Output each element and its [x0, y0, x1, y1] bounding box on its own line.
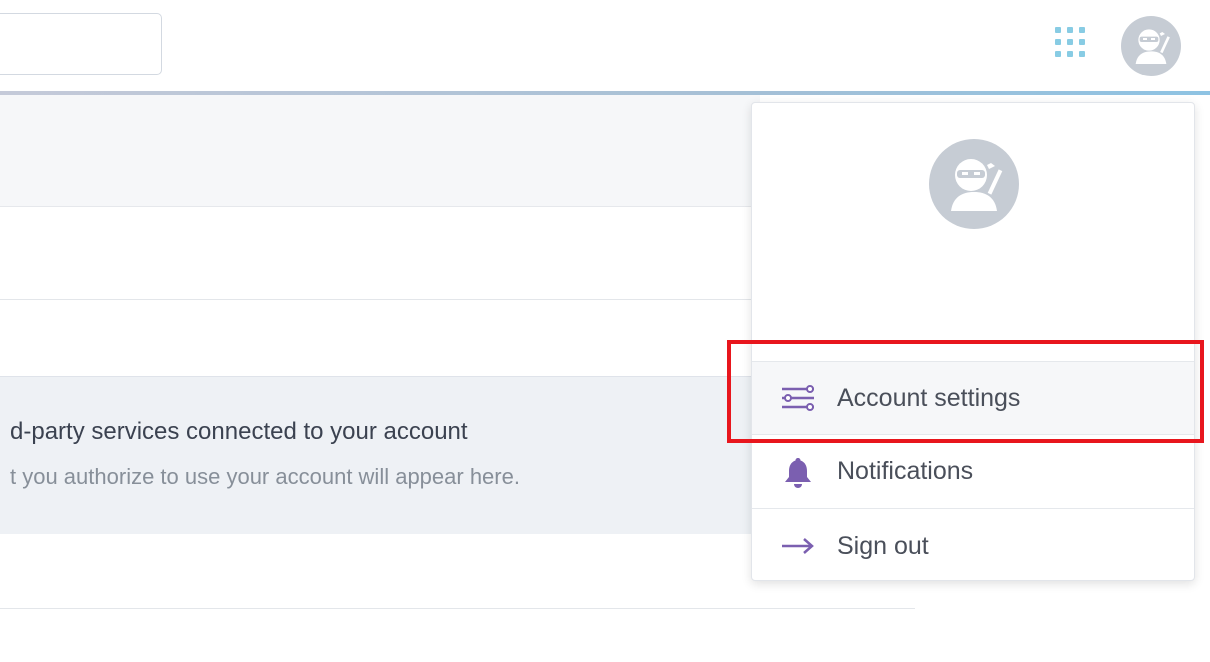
bell-icon: [780, 457, 816, 488]
ninja-avatar-icon: [1135, 29, 1170, 64]
menu-item-label: Notifications: [837, 457, 974, 485]
connected-services-panel: [0, 376, 760, 534]
search-input[interactable]: [0, 13, 162, 75]
user-avatar-button[interactable]: [1121, 16, 1181, 76]
row-divider: [0, 299, 760, 300]
menu-item-label: Account settings: [837, 383, 1021, 412]
top-bar: [0, 0, 1210, 92]
row-divider: [0, 608, 915, 609]
menu-item-label: Sign out: [837, 531, 929, 560]
sliders-icon: [780, 383, 816, 413]
menu-item-notifications[interactable]: Notifications: [752, 435, 1194, 509]
apps-grid-icon[interactable]: [1055, 27, 1087, 63]
ninja-avatar-icon: [951, 159, 1003, 211]
connected-services-description: t you authorize to use your account will…: [10, 464, 520, 489]
section-header-band: [0, 95, 760, 207]
menu-item-account-settings[interactable]: Account settings: [752, 361, 1194, 435]
connected-services-title: d-party services connected to your accou…: [10, 418, 468, 445]
menu-avatar: [929, 139, 1019, 229]
menu-item-sign-out[interactable]: Sign out: [752, 509, 1194, 583]
arrow-right-icon: [780, 531, 816, 561]
page: d-party services connected to your accou…: [0, 0, 1210, 662]
user-dropdown-menu: Account settings Notifications Sign out: [751, 102, 1195, 581]
